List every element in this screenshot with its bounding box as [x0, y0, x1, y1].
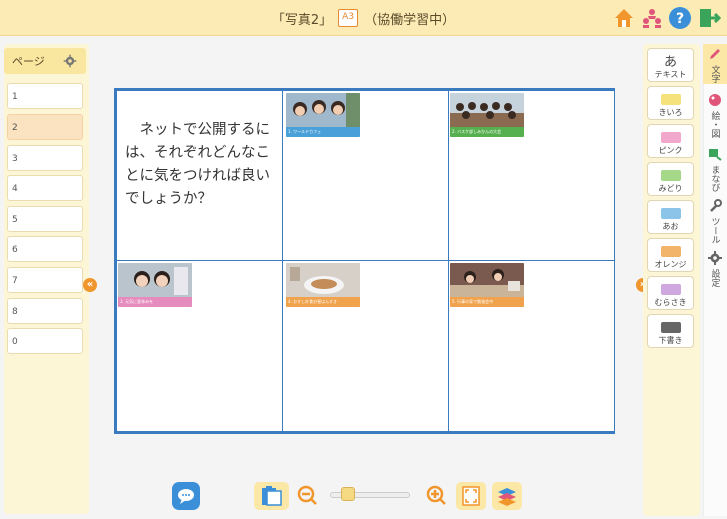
- photo-image: [450, 93, 524, 127]
- clipboard-icon: [262, 486, 282, 506]
- photo-caption: 2. バスケ部しみかんの大会: [450, 127, 524, 137]
- fit-screen-button[interactable]: [456, 482, 486, 510]
- home-icon[interactable]: [612, 6, 636, 30]
- sticky-yellow-button[interactable]: きいろ: [647, 86, 694, 120]
- svg-text:?: ?: [676, 11, 684, 27]
- text-tool-label: テキスト: [654, 70, 687, 79]
- learning-icon: [709, 149, 722, 161]
- photo-image: [286, 93, 360, 127]
- tab-label: 設定: [709, 269, 720, 287]
- swatch-blue: [661, 208, 681, 219]
- help-icon[interactable]: ?: [668, 6, 692, 30]
- tab-settings[interactable]: 設定: [704, 250, 726, 287]
- paper-size-badge[interactable]: A3: [338, 9, 359, 27]
- swatch-purple: [661, 284, 681, 295]
- zoom-slider-handle[interactable]: [341, 487, 355, 501]
- tab-label: 文字: [709, 65, 720, 83]
- question-text[interactable]: ネットで公開するには、それぞれどんなことに気をつければ良いでしょうか？: [125, 119, 279, 211]
- photo-card[interactable]: 1. ワールドカフェ: [286, 93, 360, 137]
- sticky-purple-button[interactable]: むらさき: [647, 276, 694, 310]
- sticky-label: ピンク: [658, 146, 683, 155]
- photo-image: [450, 263, 524, 297]
- title-text: 「写真2」: [271, 12, 333, 28]
- tab-label: 絵・図: [709, 111, 720, 138]
- grid-cell[interactable]: 2. バスケ部しみかんの大会: [448, 90, 615, 261]
- layers-icon: [498, 488, 516, 506]
- page-item-3[interactable]: 3: [7, 145, 83, 171]
- chat-icon: [178, 489, 194, 504]
- sticky-label: みどり: [658, 184, 683, 193]
- photo-image: [118, 263, 192, 297]
- sticky-label: むらさき: [654, 298, 687, 307]
- grid-cell[interactable]: 4. おすし外食お昼はんすき: [282, 260, 449, 432]
- sticky-label: オレンジ: [654, 260, 687, 269]
- collaboration-status: （協働学習中）: [364, 12, 456, 28]
- gear-icon: [708, 251, 722, 265]
- sticky-draft-button[interactable]: 下書き: [647, 314, 694, 348]
- sticky-blue-button[interactable]: あお: [647, 200, 694, 234]
- page-item-6[interactable]: 6: [7, 236, 83, 262]
- grid-cell[interactable]: ネットで公開するには、それぞれどんなことに気をつければ良いでしょうか？: [116, 90, 283, 261]
- group-icon[interactable]: [640, 6, 664, 30]
- fit-screen-icon: [462, 486, 480, 506]
- tab-tools[interactable]: ツール: [704, 198, 726, 244]
- tab-drawing[interactable]: 絵・図: [704, 92, 726, 138]
- photo-card[interactable]: 4. おすし外食お昼はんすき: [286, 263, 360, 307]
- exit-icon[interactable]: [697, 6, 721, 30]
- photo-caption: 5. 行事の家で勉強会中: [450, 297, 524, 307]
- page-item-1[interactable]: 1: [7, 83, 83, 109]
- swatch-yellow: [661, 94, 681, 105]
- page-item-4[interactable]: 4: [7, 175, 83, 201]
- grid-cell[interactable]: 1. ワールドカフェ: [282, 90, 449, 261]
- canvas-board[interactable]: ネットで公開するには、それぞれどんなことに気をつければ良いでしょうか？ 1. ワ…: [114, 88, 615, 434]
- photo-card[interactable]: 3. 元気に夏休みを: [118, 263, 192, 307]
- sticky-label: 下書き: [658, 336, 683, 345]
- sticky-label: あお: [662, 222, 679, 231]
- layers-button[interactable]: [492, 482, 522, 510]
- page-item-8[interactable]: 8: [7, 298, 83, 324]
- photo-card[interactable]: 2. バスケ部しみかんの大会: [450, 93, 524, 137]
- collapse-left-handle[interactable]: «: [83, 278, 97, 292]
- zoom-in-icon[interactable]: [425, 484, 447, 506]
- tab-label: まなび: [709, 165, 720, 192]
- photo-caption: 1. ワールドカフェ: [286, 127, 360, 137]
- page-item-2[interactable]: 2: [7, 114, 83, 140]
- sticky-pink-button[interactable]: ピンク: [647, 124, 694, 158]
- gear-icon[interactable]: [63, 54, 77, 68]
- chat-button[interactable]: [172, 482, 200, 510]
- photo-caption: 3. 元気に夏休みを: [118, 297, 192, 307]
- page-item-5[interactable]: 5: [7, 206, 83, 232]
- clipboard-button[interactable]: [254, 482, 289, 510]
- photo-image: [286, 263, 360, 297]
- zoom-out-icon[interactable]: [296, 484, 318, 506]
- swatch-green: [661, 170, 681, 181]
- pencil-icon: [710, 49, 720, 59]
- sticky-label: きいろ: [658, 108, 683, 117]
- wrench-icon: [710, 199, 722, 212]
- tab-text[interactable]: 文字: [704, 46, 726, 83]
- pages-label: ページ: [12, 55, 45, 68]
- tab-label: ツール: [709, 217, 720, 244]
- photo-card[interactable]: 5. 行事の家で勉強会中: [450, 263, 524, 307]
- swatch-pink: [661, 132, 681, 143]
- tab-learning[interactable]: まなび: [704, 146, 726, 192]
- page-item-0[interactable]: 0: [7, 328, 83, 354]
- grid-cell[interactable]: 5. 行事の家で勉強会中: [448, 260, 615, 432]
- photo-caption: 4. おすし外食お昼はんすき: [286, 297, 360, 307]
- swatch-draft: [661, 322, 681, 333]
- page-item-7[interactable]: 7: [7, 267, 83, 293]
- swatch-orange: [661, 246, 681, 257]
- text-tool-button[interactable]: あ テキスト: [647, 48, 694, 82]
- text-tool-glyph: あ: [663, 55, 677, 70]
- grid-cell[interactable]: 3. 元気に夏休みを: [116, 260, 283, 432]
- palette-icon: [709, 94, 721, 106]
- sticky-green-button[interactable]: みどり: [647, 162, 694, 196]
- sticky-orange-button[interactable]: オレンジ: [647, 238, 694, 272]
